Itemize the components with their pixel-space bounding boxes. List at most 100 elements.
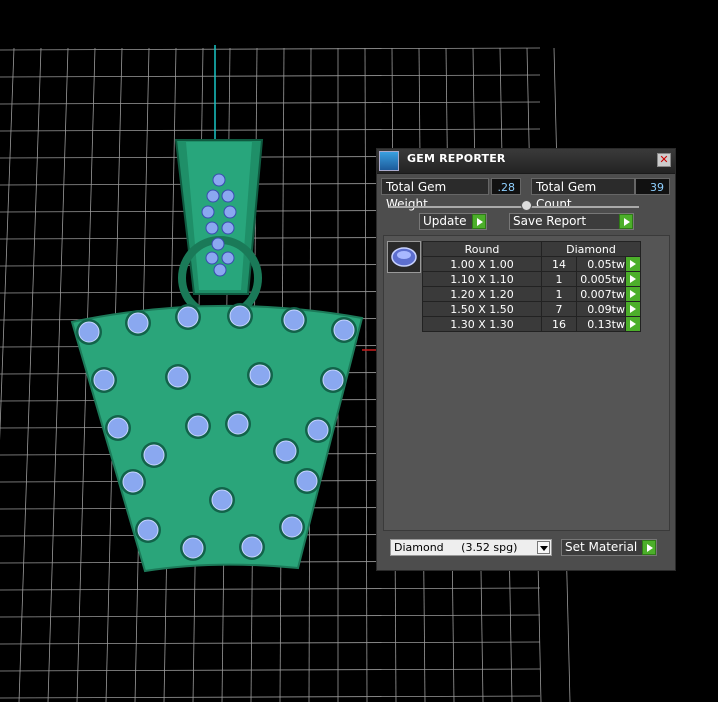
update-button-label: Update <box>423 214 467 228</box>
gem-stone <box>307 419 329 441</box>
bail-gem <box>221 221 235 235</box>
grid-line <box>0 128 541 132</box>
gem-stone <box>177 306 199 328</box>
gem-reporter-app-icon <box>379 151 399 171</box>
bail-gem <box>223 205 237 219</box>
grid-line <box>364 47 368 702</box>
total-gem-count-value: 39 <box>635 178 670 195</box>
gem-stone <box>249 364 271 386</box>
gem-weight: 0.09tw <box>576 301 626 317</box>
grid-line <box>0 101 541 105</box>
grid-line <box>0 47 541 51</box>
gem-size: 1.00 X 1.00 <box>422 256 542 272</box>
round-gem-thumbnail-icon[interactable] <box>387 241 421 273</box>
total-gem-weight-value: .28 <box>491 178 521 195</box>
gem-stone <box>143 444 165 466</box>
material-select[interactable]: Diamond (3.52 spg) <box>390 539 552 556</box>
bail-gem <box>205 221 219 235</box>
play-arrow-icon <box>642 540 656 555</box>
total-gem-count-label: Total Gem Count <box>531 178 635 211</box>
row-select-arrow-icon[interactable] <box>625 286 641 302</box>
row-select-arrow-icon[interactable] <box>625 301 641 317</box>
table-row[interactable]: 1.30 X 1.30 16 0.13tw <box>422 316 641 332</box>
gem-count: 1 <box>541 271 577 287</box>
column-header-shape: Round <box>422 241 542 257</box>
gem-stone <box>241 536 263 558</box>
grid-line <box>0 641 541 645</box>
gem-stone <box>275 440 297 462</box>
close-icon[interactable]: ✕ <box>657 153 671 167</box>
play-arrow-icon <box>472 214 486 229</box>
bail-gem <box>201 205 215 219</box>
gem-count: 14 <box>541 256 577 272</box>
bail-gem <box>221 189 235 203</box>
table-row[interactable]: 1.10 X 1.10 1 0.005tw <box>422 271 641 287</box>
grid-line <box>18 47 42 702</box>
grid-line <box>0 47 15 441</box>
material-select-value: Diamond (3.52 spg) <box>394 541 518 554</box>
set-material-button[interactable]: Set Material <box>561 539 657 556</box>
table-row[interactable]: 1.00 X 1.00 14 0.05tw <box>422 256 641 272</box>
slider-track[interactable] <box>389 206 639 208</box>
save-report-button[interactable]: Save Report <box>509 213 634 230</box>
gem-weight: 0.007tw <box>576 286 626 302</box>
gem-stone <box>322 369 344 391</box>
gem-stone <box>137 519 159 541</box>
gem-stone <box>107 417 129 439</box>
play-arrow-icon <box>619 214 633 229</box>
gem-weight: 0.005tw <box>576 271 626 287</box>
gem-size: 1.10 X 1.10 <box>422 271 542 287</box>
gem-stone <box>211 489 233 511</box>
gem-count: 16 <box>541 316 577 332</box>
chevron-down-icon[interactable] <box>537 541 550 554</box>
gem-count: 1 <box>541 286 577 302</box>
set-material-button-label: Set Material <box>565 540 638 554</box>
grid-line <box>0 74 541 78</box>
bail-gem <box>205 251 219 265</box>
gem-stone <box>227 413 249 435</box>
gem-stone <box>122 471 144 493</box>
gem-table: Round Diamond 1.00 X 1.00 14 0.05tw 1.10… <box>422 241 641 332</box>
grid-line <box>0 587 541 591</box>
gem-stone <box>167 366 189 388</box>
grid-line <box>0 695 541 699</box>
table-row[interactable]: 1.50 X 1.50 7 0.09tw <box>422 301 641 317</box>
grid-line <box>0 668 541 672</box>
save-report-button-label: Save Report <box>513 214 587 228</box>
row-select-arrow-icon[interactable] <box>625 256 641 272</box>
gem-stone <box>229 305 251 327</box>
gem-stone <box>333 319 355 341</box>
gem-stone <box>187 415 209 437</box>
gem-size: 1.50 X 1.50 <box>422 301 542 317</box>
gem-stone <box>281 516 303 538</box>
bail-gem <box>213 263 227 277</box>
row-select-arrow-icon[interactable] <box>625 271 641 287</box>
gem-size: 1.20 X 1.20 <box>422 286 542 302</box>
grid-line <box>47 47 69 702</box>
gem-stone <box>78 321 100 343</box>
grid-line <box>0 614 541 618</box>
table-row[interactable]: 1.20 X 1.20 1 0.007tw <box>422 286 641 302</box>
pendant-model[interactable] <box>70 139 364 573</box>
gem-stone <box>296 470 318 492</box>
gem-stone <box>283 309 305 331</box>
bail-gem <box>221 251 235 265</box>
title-bar[interactable]: GEM REPORTER ✕ <box>377 149 675 174</box>
bail-gem <box>206 189 220 203</box>
gem-stone <box>127 312 149 334</box>
gem-stone <box>93 369 115 391</box>
row-select-arrow-icon[interactable] <box>625 316 641 332</box>
gem-stone <box>182 537 204 559</box>
bail-gem <box>212 173 226 187</box>
column-header-material: Diamond <box>541 241 641 257</box>
update-button[interactable]: Update <box>419 213 487 230</box>
total-gem-weight-label: Total Gem Weight <box>381 178 489 211</box>
gem-weight: 0.13tw <box>576 316 626 332</box>
gem-reporter-panel: GEM REPORTER ✕ Total Gem Weight .28 Tota… <box>376 148 676 571</box>
slider-knob[interactable] <box>521 200 532 211</box>
gem-size: 1.30 X 1.30 <box>422 316 542 332</box>
gem-count: 7 <box>541 301 577 317</box>
bail-gem <box>211 237 225 251</box>
window-title: GEM REPORTER <box>407 152 506 165</box>
gem-weight: 0.05tw <box>576 256 626 272</box>
